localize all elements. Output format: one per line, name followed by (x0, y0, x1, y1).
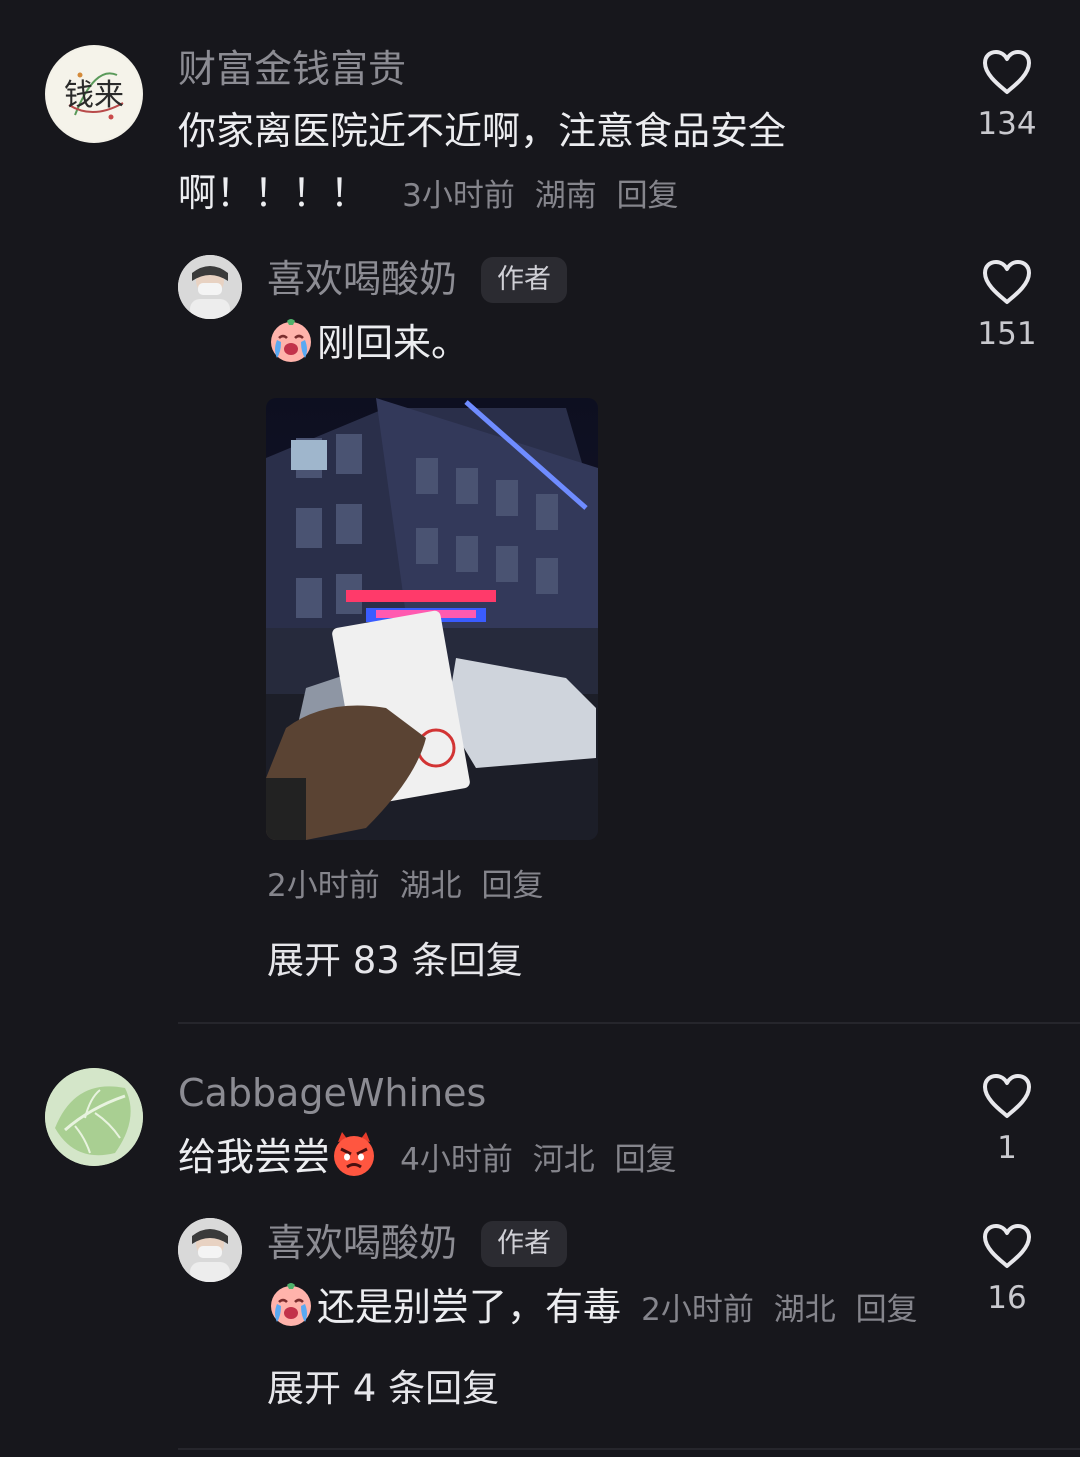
like-count: 151 (977, 316, 1037, 352)
like-button[interactable]: 16 (957, 1222, 1057, 1316)
crying-emoji-icon (267, 316, 315, 364)
like-button[interactable]: 1 (957, 1072, 1057, 1166)
reply-text-content: 刚回来。 (317, 321, 470, 365)
author-badge: 作者 (481, 257, 567, 303)
like-count: 16 (987, 1280, 1027, 1316)
comment-location: 河北 (532, 1142, 595, 1178)
comment-location: 湖南 (534, 178, 597, 214)
heart-icon (981, 258, 1033, 306)
hospital-night-photo[interactable] (266, 398, 598, 840)
comment-meta: 3小时前 湖南 回复 (402, 178, 678, 214)
reply-meta: 2小时前 湖北 回复 (267, 860, 543, 905)
comment-time: 4小时前 (400, 1142, 513, 1178)
like-count: 134 (977, 106, 1037, 142)
comment-text-content: 给我尝尝 (178, 1135, 331, 1179)
comment-username[interactable]: 财富金钱富贵 (178, 46, 406, 92)
crying-emoji-icon (267, 1280, 315, 1328)
reply-username[interactable]: 喜欢喝酸奶 (267, 256, 457, 302)
like-button[interactable]: 134 (957, 48, 1057, 142)
reply-meta: 2小时前 湖北 回复 (641, 1292, 917, 1328)
avatar[interactable]: 钱来 (45, 45, 143, 143)
like-count: 1 (997, 1130, 1017, 1166)
like-button[interactable]: 151 (957, 258, 1057, 352)
reply-time: 2小时前 (267, 868, 380, 904)
svg-text:钱来: 钱来 (64, 78, 124, 113)
reply-text: 还是别尝了，有毒 2小时前 湖北 回复 (267, 1276, 918, 1341)
comment-username[interactable]: CabbageWhines (178, 1070, 486, 1116)
comment-text-line-2: 啊！！！！ 3小时前 湖南 回复 (178, 162, 918, 227)
calligraphy-avatar-icon: 钱来 (47, 47, 141, 141)
cabbage-avatar-icon (45, 1068, 143, 1166)
reply-username[interactable]: 喜欢喝酸奶 (267, 1220, 457, 1266)
divider (178, 1022, 1080, 1024)
reply-text: 刚回来。 (267, 312, 469, 374)
reply-button[interactable]: 回复 (481, 868, 543, 904)
user-photo-avatar-icon (178, 255, 242, 319)
comment-meta: 4小时前 河北 回复 (400, 1142, 676, 1178)
angry-emoji-icon (330, 1130, 378, 1178)
reply-text-content: 还是别尝了，有毒 (317, 1285, 622, 1329)
expand-replies-button[interactable]: 展开 4 条回复 (267, 1358, 499, 1412)
reply-location: 湖北 (773, 1292, 836, 1328)
expand-replies-button[interactable]: 展开 83 条回复 (267, 930, 523, 984)
author-badge: 作者 (481, 1221, 567, 1267)
photo-image (266, 398, 598, 840)
reply-avatar[interactable] (178, 1218, 242, 1282)
reply-location: 湖北 (399, 868, 462, 904)
comment-text: 给我尝尝 4小时前 河北 回复 (178, 1126, 677, 1191)
user-photo-avatar-icon (178, 1218, 242, 1282)
reply-button[interactable]: 回复 (615, 1142, 677, 1178)
avatar[interactable] (45, 1068, 143, 1166)
reply-time: 2小时前 (641, 1292, 754, 1328)
comment-time: 3小时前 (402, 178, 515, 214)
divider (178, 1448, 1080, 1450)
reply-button[interactable]: 回复 (617, 178, 679, 214)
heart-icon (981, 1072, 1033, 1120)
comment-text-tail: 啊！！！！ (178, 171, 369, 215)
comment-text: 你家离医院近不近啊，注意食品安全 啊！！！！ 3小时前 湖南 回复 (178, 100, 918, 227)
comment-text-line: 你家离医院近不近啊，注意食品安全 (178, 109, 787, 153)
heart-icon (981, 48, 1033, 96)
reply-button[interactable]: 回复 (856, 1292, 918, 1328)
reply-avatar[interactable] (178, 255, 242, 319)
heart-icon (981, 1222, 1033, 1270)
